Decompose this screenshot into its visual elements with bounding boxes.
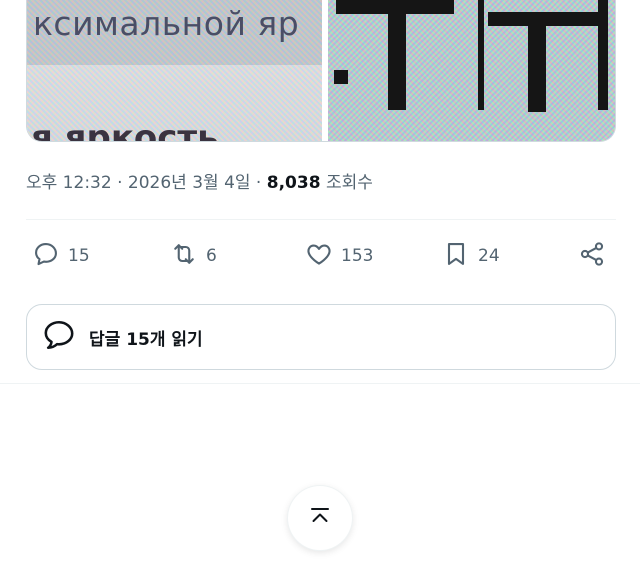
views-count: 8,038 — [266, 173, 321, 193]
read-replies-label: 답글 15개 읽기 — [89, 329, 203, 350]
media-text-line2: я яркость — [31, 118, 219, 142]
meta-separator: · — [250, 173, 267, 193]
share-nodes-icon — [578, 240, 606, 273]
read-replies-button[interactable]: 답글 15개 읽기 — [26, 304, 616, 370]
reply-count: 15 — [68, 246, 90, 266]
media-image-left[interactable]: ксимальной яр я яркость — [27, 0, 322, 141]
reply-bubble-icon — [32, 240, 60, 273]
meta-separator: · — [111, 173, 128, 193]
speech-bubble-icon — [41, 317, 77, 357]
bookmark-button[interactable]: 24 — [442, 236, 500, 276]
glyph-stroke — [488, 12, 608, 26]
bookmark-icon — [442, 240, 470, 273]
reply-button[interactable]: 15 — [32, 236, 90, 276]
tweet-detail: ксимальной яр я яркость 오후 12:32 · 2026년… — [0, 0, 640, 582]
chevron-up-bar-icon — [308, 504, 332, 532]
repost-arrows-icon — [170, 240, 198, 273]
repost-count: 6 — [206, 246, 217, 266]
scroll-to-top-button[interactable] — [288, 486, 352, 550]
tweet-meta: 오후 12:32 · 2026년 3월 4일 · 8,038 조회수 — [26, 168, 373, 193]
heart-icon — [305, 240, 333, 273]
glyph-stroke — [334, 70, 348, 84]
repost-button[interactable]: 6 — [170, 236, 217, 276]
action-bar: 15 6 153 24 — [26, 236, 616, 276]
divider — [26, 219, 616, 220]
glyph-stroke — [528, 12, 546, 112]
like-count: 153 — [341, 246, 374, 266]
section-divider — [0, 383, 640, 384]
media-image-right[interactable] — [328, 0, 615, 141]
share-button[interactable] — [578, 236, 606, 276]
glyph-stroke — [598, 0, 608, 110]
glyph-stroke — [388, 0, 406, 110]
glyph-stroke — [478, 0, 484, 110]
like-button[interactable]: 153 — [305, 236, 373, 276]
tweet-date[interactable]: 2026년 3월 4일 — [128, 173, 251, 193]
tweet-media[interactable]: ксимальной яр я яркость — [26, 0, 616, 142]
bookmark-count: 24 — [478, 246, 500, 266]
views-label: 조회수 — [325, 173, 373, 193]
tweet-time[interactable]: 오후 12:32 — [26, 173, 112, 193]
media-text-line1: ксимальной яр — [33, 4, 300, 43]
